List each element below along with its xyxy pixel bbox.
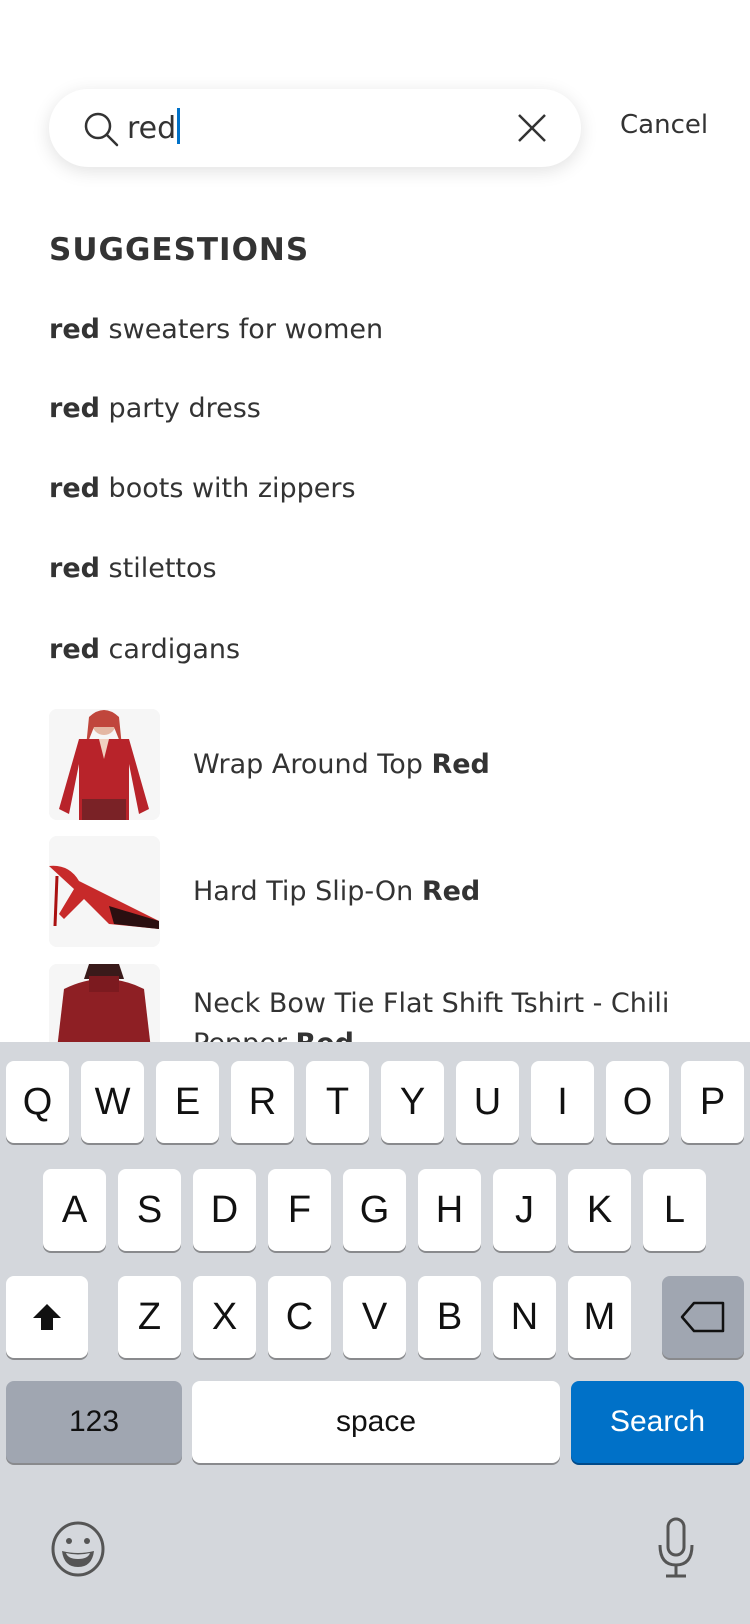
text-caret — [177, 108, 181, 144]
cancel-button[interactable]: Cancel — [620, 110, 708, 140]
key-i[interactable]: I — [531, 1061, 594, 1143]
key-p[interactable]: P — [681, 1061, 744, 1143]
suggestion-rest: cardigans — [99, 634, 241, 665]
suggestion-rest: party dress — [99, 393, 261, 424]
key-m[interactable]: M — [568, 1276, 631, 1358]
dictation-button[interactable] — [656, 1517, 696, 1581]
suggestion-match: red — [49, 553, 100, 584]
emoji-button[interactable] — [48, 1519, 108, 1579]
numbers-key[interactable]: 123 — [6, 1381, 182, 1463]
suggestion-item[interactable]: red boots with zippers — [49, 473, 356, 504]
product-name: Wrap Around Top — [193, 749, 432, 780]
suggestion-item[interactable]: red party dress — [49, 393, 261, 424]
suggestion-rest: stilettos — [99, 553, 217, 584]
suggestions-heading: SUGGESTIONS — [49, 232, 310, 268]
key-z[interactable]: Z — [118, 1276, 181, 1358]
clear-icon[interactable] — [515, 111, 549, 145]
suggestion-rest: boots with zippers — [99, 473, 356, 504]
key-a[interactable]: A — [43, 1169, 106, 1251]
product-title: Wrap Around Top Red — [193, 745, 673, 785]
key-t[interactable]: T — [306, 1061, 369, 1143]
search-key[interactable]: Search — [571, 1381, 744, 1463]
backspace-key[interactable] — [662, 1276, 744, 1358]
microphone-icon — [658, 1517, 694, 1578]
search-input[interactable]: red — [127, 108, 181, 149]
backspace-icon — [680, 1301, 725, 1333]
key-n[interactable]: N — [493, 1276, 556, 1358]
key-j[interactable]: J — [493, 1169, 556, 1251]
key-s[interactable]: S — [118, 1169, 181, 1251]
key-u[interactable]: U — [456, 1061, 519, 1143]
key-w[interactable]: W — [81, 1061, 144, 1143]
product-color: Red — [431, 749, 490, 780]
suggestion-rest: sweaters for women — [99, 314, 384, 345]
keyboard: Q W E R T Y U I O P A S D F G H J K L Z X C V B N M 123 space Search — [0, 1042, 750, 1624]
suggestion-match: red — [49, 634, 100, 665]
suggestion-item[interactable]: red cardigans — [49, 634, 240, 665]
key-l[interactable]: L — [643, 1169, 706, 1251]
product-name: Hard Tip Slip-On — [193, 876, 422, 907]
product-color: Red — [421, 876, 481, 907]
key-f[interactable]: F — [268, 1169, 331, 1251]
product-thumbnail — [49, 836, 160, 947]
suggestion-match: red — [49, 314, 100, 345]
key-r[interactable]: R — [231, 1061, 294, 1143]
emoji-icon — [51, 1521, 105, 1577]
key-g[interactable]: G — [343, 1169, 406, 1251]
key-b[interactable]: B — [418, 1276, 481, 1358]
suggestion-item[interactable]: red stilettos — [49, 553, 217, 584]
key-k[interactable]: K — [568, 1169, 631, 1251]
search-bar[interactable]: red — [49, 89, 581, 167]
key-v[interactable]: V — [343, 1276, 406, 1358]
shift-key[interactable] — [6, 1276, 88, 1358]
product-result[interactable]: Hard Tip Slip-On Red — [49, 836, 749, 947]
key-x[interactable]: X — [193, 1276, 256, 1358]
product-thumbnail — [49, 709, 160, 820]
key-q[interactable]: Q — [6, 1061, 69, 1143]
product-result[interactable]: Wrap Around Top Red — [49, 709, 749, 820]
key-h[interactable]: H — [418, 1169, 481, 1251]
key-y[interactable]: Y — [381, 1061, 444, 1143]
search-query-text: red — [127, 111, 177, 146]
search-icon — [84, 112, 119, 147]
suggestion-match: red — [49, 473, 100, 504]
space-key[interactable]: space — [192, 1381, 560, 1463]
shift-icon — [33, 1304, 61, 1330]
key-d[interactable]: D — [193, 1169, 256, 1251]
key-o[interactable]: O — [606, 1061, 669, 1143]
key-e[interactable]: E — [156, 1061, 219, 1143]
suggestion-match: red — [49, 393, 100, 424]
suggestion-item[interactable]: red sweaters for women — [49, 314, 383, 345]
key-c[interactable]: C — [268, 1276, 331, 1358]
product-title: Hard Tip Slip-On Red — [193, 872, 673, 912]
